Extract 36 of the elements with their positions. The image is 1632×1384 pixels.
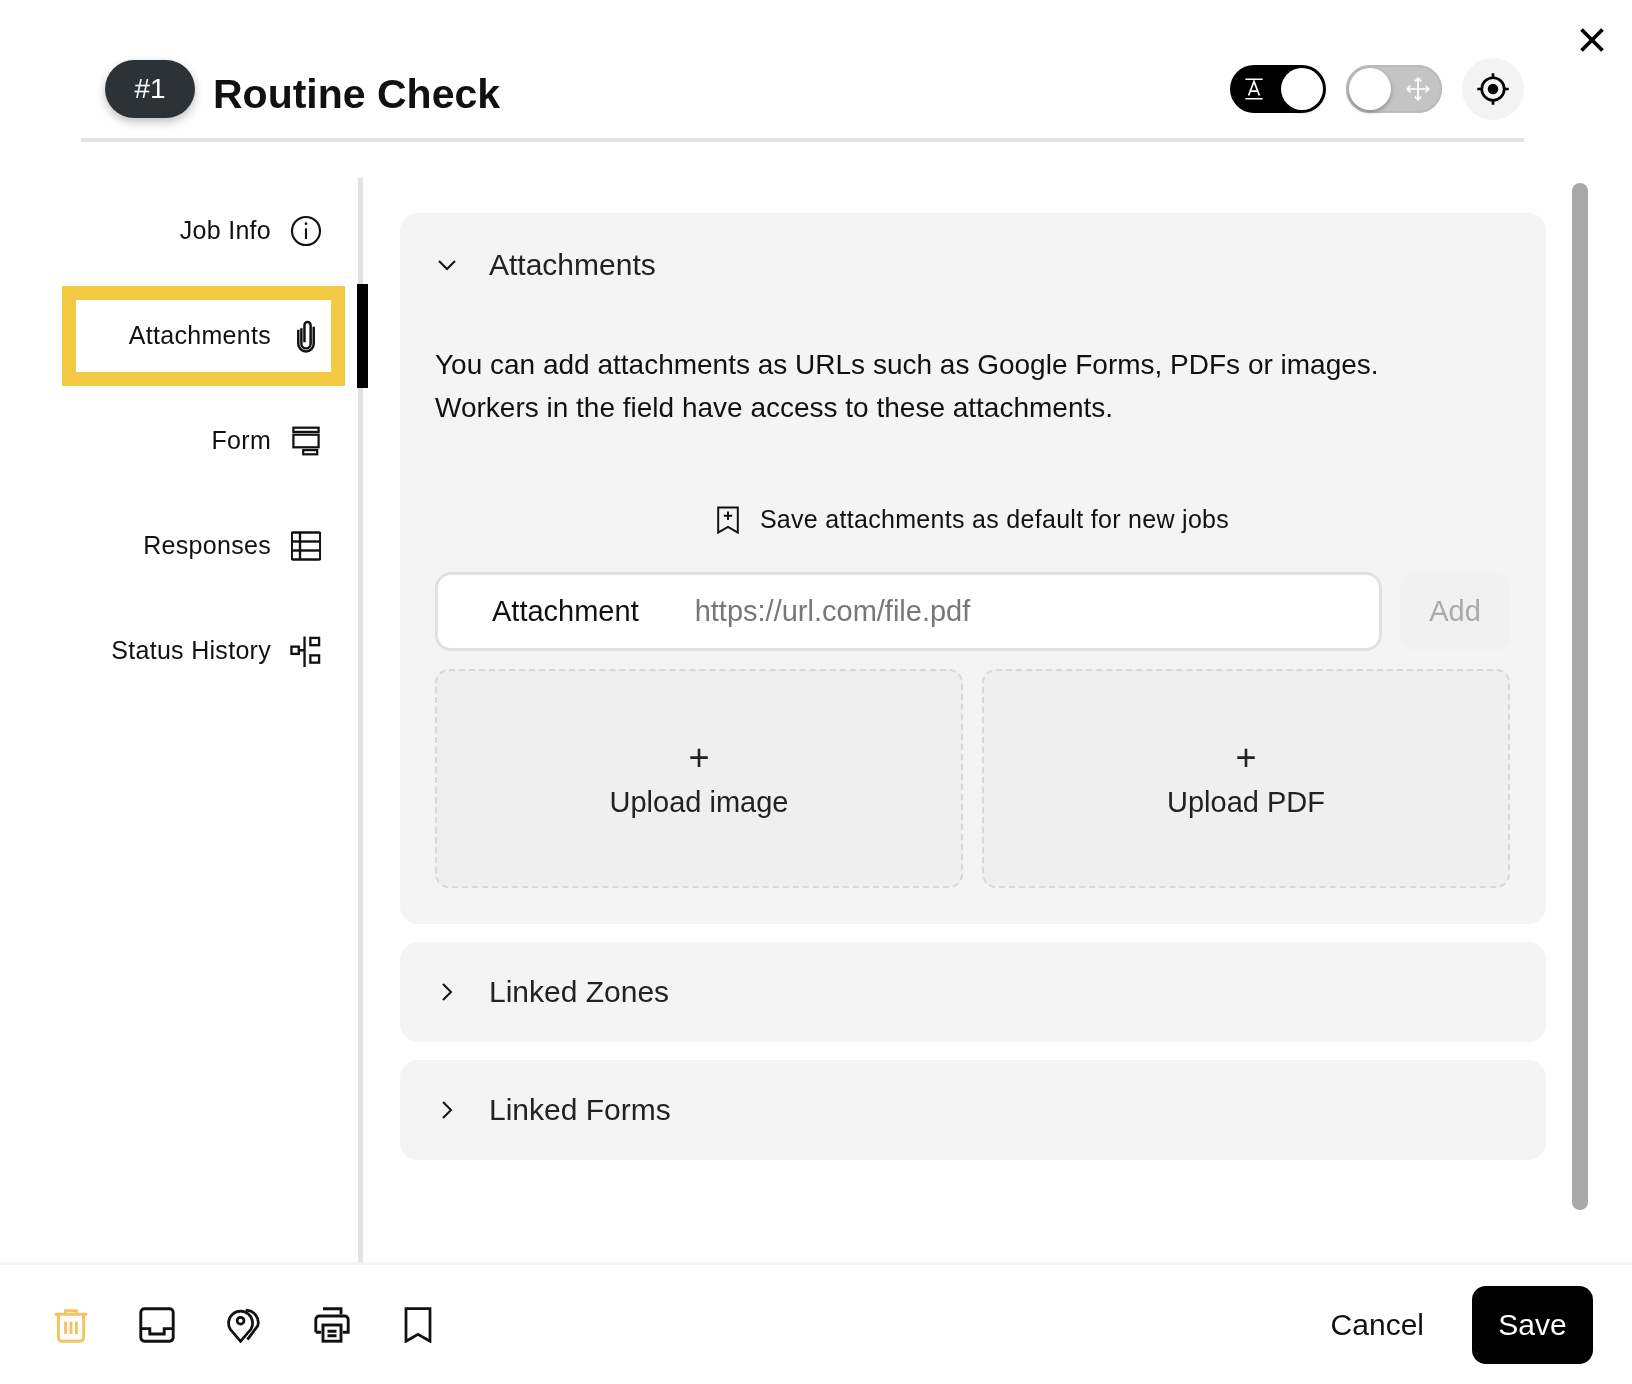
description-text: You can add attachments as URLs such as Google Forms, PDFs or images. Workers in the field have access to these attachments. [435, 348, 1380, 425]
job-number-badge: #1 [105, 60, 195, 118]
scrollbar[interactable] [1572, 183, 1588, 1210]
pins-button[interactable] [225, 1306, 263, 1343]
sidebar-item[interactable]: Job Info [62, 180, 346, 281]
toggle-switch[interactable] [1346, 65, 1442, 113]
printer-icon [313, 1306, 351, 1343]
close-button[interactable] [1578, 26, 1606, 54]
sidebar-item[interactable]: Attachments [62, 285, 346, 386]
trash-icon [53, 1306, 89, 1343]
move-arrows-icon [1405, 76, 1431, 102]
section-header[interactable]: Attachments [435, 213, 1510, 317]
save-button[interactable]: Save [1472, 1285, 1593, 1364]
inbox-icon [139, 1306, 175, 1343]
job-title: Routine Check [213, 71, 501, 118]
form-icon [292, 424, 321, 457]
inbox-button[interactable] [139, 1306, 175, 1343]
table-icon [291, 530, 322, 561]
save-default-button[interactable]: Save attachments as default for new jobs [715, 505, 1230, 534]
upload-button[interactable]: + Upload image [435, 669, 963, 888]
crosshair-icon [1475, 71, 1511, 107]
url-input[interactable]: https://url.com/file.pdf [692, 594, 1379, 629]
attachment-url-field[interactable]: Attachment https://url.com/file.pdf [435, 572, 1382, 651]
hierarchy-icon [290, 634, 323, 667]
sidebar-item[interactable]: Status History [62, 600, 346, 701]
map-pins-icon [225, 1306, 263, 1343]
upload-button[interactable]: + Upload PDF [982, 669, 1510, 888]
cancel-button[interactable]: Cancel [1330, 1307, 1424, 1342]
sidebar-item[interactable]: Form [62, 390, 346, 491]
close-icon [1578, 26, 1606, 54]
toggle-switch[interactable] [1230, 65, 1326, 113]
info-icon [290, 214, 323, 247]
field-label: Attachment [492, 595, 639, 628]
sidebar-item[interactable]: Responses [62, 495, 346, 596]
printer-button[interactable] [313, 1306, 351, 1343]
bookmark-plus-icon [715, 505, 740, 534]
